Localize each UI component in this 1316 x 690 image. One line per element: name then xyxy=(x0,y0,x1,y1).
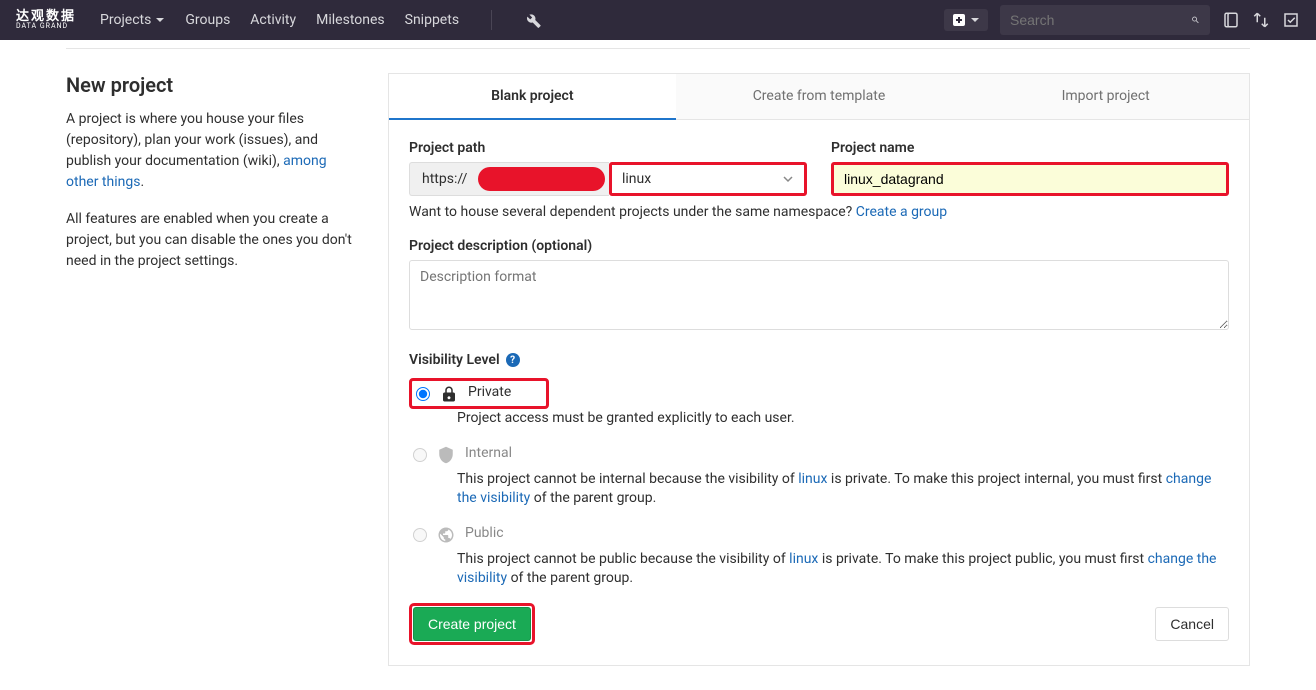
help-icon[interactable]: ? xyxy=(506,353,520,367)
nav-projects[interactable]: Projects xyxy=(100,12,165,28)
nav-milestones[interactable]: Milestones xyxy=(316,12,385,28)
public-title: Public xyxy=(465,525,504,541)
private-radio[interactable] xyxy=(416,387,430,401)
nav-groups[interactable]: Groups xyxy=(185,12,230,28)
private-desc: Project access must be granted explicitl… xyxy=(457,409,1229,429)
visibility-label: Visibility Level ? xyxy=(409,352,1229,368)
todos-icon[interactable] xyxy=(1282,11,1300,29)
private-title: Private xyxy=(468,384,511,400)
nav-links: Projects Groups Activity Milestones Snip… xyxy=(100,10,542,30)
namespace-help: Want to house several dependent projects… xyxy=(409,204,1229,220)
project-name-label: Project name xyxy=(831,140,1229,156)
namespace-value: linux xyxy=(622,171,651,187)
public-desc: This project cannot be public because th… xyxy=(457,550,1229,589)
project-path-label: Project path xyxy=(409,140,807,156)
logo-sub: DATA GRAND xyxy=(16,23,76,30)
tab-create-template[interactable]: Create from template xyxy=(676,74,963,120)
search-input[interactable] xyxy=(1010,12,1191,28)
namespace-select[interactable]: linux xyxy=(609,162,807,196)
internal-title: Internal xyxy=(465,445,512,461)
visibility-private[interactable]: Private xyxy=(409,378,549,409)
nav-snippets[interactable]: Snippets xyxy=(405,12,459,28)
internal-desc: This project cannot be internal because … xyxy=(457,470,1229,509)
project-name-input[interactable] xyxy=(831,162,1229,196)
redacted-host xyxy=(478,167,605,191)
tab-blank-project[interactable]: Blank project xyxy=(389,74,676,120)
page-title: New project xyxy=(66,73,356,97)
new-button[interactable] xyxy=(944,9,988,31)
chevron-down-icon xyxy=(155,15,165,25)
description-label: Project description (optional) xyxy=(409,238,1229,254)
shield-icon xyxy=(437,446,455,464)
search-icon[interactable] xyxy=(1191,11,1200,29)
chevron-down-icon xyxy=(782,173,794,185)
page-desc: A project is where you house your files … xyxy=(66,109,356,193)
create-group-link[interactable]: Create a group xyxy=(856,204,947,220)
tab-import-project[interactable]: Import project xyxy=(962,74,1249,120)
nav-divider xyxy=(491,10,492,30)
logo[interactable]: 达观数据 DATA GRAND xyxy=(16,10,76,30)
issues-icon[interactable] xyxy=(1222,11,1240,29)
public-radio xyxy=(413,528,427,542)
form-footer: Create project Cancel xyxy=(409,603,1229,645)
form-area: Project path https:// linux xyxy=(388,120,1250,666)
path-prefix: https:// xyxy=(409,162,609,196)
main-panel: Blank project Create from template Impor… xyxy=(388,73,1250,666)
tabs: Blank project Create from template Impor… xyxy=(388,73,1250,120)
path-group: https:// linux xyxy=(409,162,807,196)
create-button-highlight: Create project xyxy=(409,603,535,645)
lock-icon xyxy=(440,385,458,403)
plus-icon xyxy=(952,13,966,27)
public-linux-link[interactable]: linux xyxy=(789,551,818,567)
merge-requests-icon[interactable] xyxy=(1252,11,1270,29)
search-box[interactable] xyxy=(1000,5,1210,35)
chevron-down-icon xyxy=(970,15,980,25)
page-description: New project A project is where you house… xyxy=(66,73,356,666)
internal-linux-link[interactable]: linux xyxy=(798,471,827,487)
features-text: All features are enabled when you create… xyxy=(66,209,356,272)
cancel-button[interactable]: Cancel xyxy=(1155,607,1229,641)
internal-radio xyxy=(413,448,427,462)
globe-icon xyxy=(437,526,455,544)
visibility-internal: Internal xyxy=(409,439,1229,470)
create-project-button[interactable]: Create project xyxy=(413,607,531,641)
wrench-icon[interactable] xyxy=(524,11,542,29)
top-navbar: 达观数据 DATA GRAND Projects Groups Activity… xyxy=(0,0,1316,40)
nav-activity[interactable]: Activity xyxy=(250,12,296,28)
nav-right xyxy=(944,5,1300,35)
description-textarea[interactable] xyxy=(409,260,1229,330)
visibility-public: Public xyxy=(409,519,1229,550)
